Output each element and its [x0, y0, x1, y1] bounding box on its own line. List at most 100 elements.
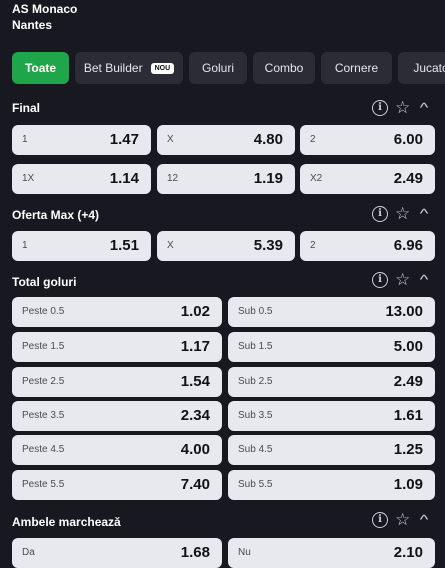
- tab-label: Toate: [24, 61, 57, 75]
- star-icon[interactable]: ☆: [395, 205, 410, 222]
- odd-value: 2.34: [180, 407, 210, 424]
- odd-label: Sub 3.5: [238, 410, 273, 421]
- odd-value: 1.61: [393, 407, 423, 424]
- odd-button[interactable]: Peste 2.5 1.54: [12, 367, 222, 397]
- odd-button[interactable]: Peste 5.5 7.40: [12, 470, 222, 500]
- odd-button[interactable]: Sub 3.5 1.61: [228, 401, 435, 431]
- odd-label: Sub 5.5: [238, 479, 273, 490]
- odd-value: 1.14: [109, 170, 139, 187]
- odd-label: Sub 4.5: [238, 444, 273, 455]
- odd-button[interactable]: Peste 0.5 1.02: [12, 297, 222, 327]
- odd-button[interactable]: X 4.80: [157, 125, 295, 155]
- odd-button[interactable]: X 5.39: [157, 231, 295, 261]
- odd-button[interactable]: Peste 4.5 4.00: [12, 435, 222, 465]
- odd-value: 6.96: [393, 237, 423, 254]
- new-badge: NOU: [150, 62, 175, 74]
- odd-button[interactable]: Sub 1.5 5.00: [228, 332, 435, 362]
- market-tabs: Toate Bet Builder NOU Goluri Combo Corne…: [12, 52, 445, 84]
- odd-value: 2.49: [393, 373, 423, 390]
- info-icon[interactable]: i: [372, 512, 388, 528]
- odd-button[interactable]: 2 6.96: [300, 231, 435, 261]
- odd-value: 1.68: [180, 544, 210, 561]
- section-title: Total goluri: [12, 275, 77, 289]
- odd-label: Da: [22, 547, 35, 558]
- odd-label: Peste 5.5: [22, 479, 65, 490]
- odd-button[interactable]: Da 1.68: [12, 538, 222, 568]
- section-actions: i ☆ ^: [372, 511, 438, 530]
- odd-label: X: [167, 134, 174, 145]
- tab-bet-builder[interactable]: Bet Builder NOU: [75, 52, 183, 84]
- chevron-up-icon[interactable]: ^: [420, 512, 429, 528]
- odd-value: 1.19: [253, 170, 283, 187]
- odd-value: 1.02: [180, 303, 210, 320]
- odd-button[interactable]: 1X 1.14: [12, 164, 151, 194]
- odd-button[interactable]: Sub 0.5 13.00: [228, 297, 435, 327]
- tab-jucatori[interactable]: Jucato: [398, 52, 445, 84]
- tab-toate[interactable]: Toate: [12, 52, 69, 84]
- section-title: Ambele marchează: [12, 515, 121, 529]
- tab-label: Jucato: [413, 61, 445, 75]
- odd-label: Peste 3.5: [22, 410, 65, 421]
- tab-label: Cornere: [334, 61, 379, 75]
- odd-value: 2.49: [393, 170, 423, 187]
- odd-value: 13.00: [385, 303, 423, 320]
- info-icon[interactable]: i: [372, 206, 388, 222]
- chevron-up-icon[interactable]: ^: [420, 100, 429, 116]
- odd-value: 5.39: [253, 237, 283, 254]
- info-icon[interactable]: i: [372, 272, 388, 288]
- odd-value: 7.40: [180, 476, 210, 493]
- odd-button[interactable]: Sub 2.5 2.49: [228, 367, 435, 397]
- odd-value: 1.51: [109, 237, 139, 254]
- odd-value: 6.00: [393, 131, 423, 148]
- match-header: AS Monaco Nantes: [12, 1, 77, 33]
- tab-label: Bet Builder: [83, 61, 143, 75]
- section-title: Final: [12, 101, 41, 115]
- odd-button[interactable]: Nu 2.10: [228, 538, 435, 568]
- chevron-up-icon[interactable]: ^: [420, 206, 429, 222]
- odd-button[interactable]: 1 1.47: [12, 125, 151, 155]
- odd-button[interactable]: 1 1.51: [12, 231, 151, 261]
- odd-button[interactable]: Peste 1.5 1.17: [12, 332, 222, 362]
- tab-combo[interactable]: Combo: [253, 52, 315, 84]
- odd-label: Peste 2.5: [22, 376, 65, 387]
- odd-label: 12: [167, 173, 179, 184]
- odd-value: 5.00: [393, 338, 423, 355]
- odd-value: 1.25: [393, 441, 423, 458]
- star-icon[interactable]: ☆: [395, 511, 410, 528]
- odd-button[interactable]: Peste 3.5 2.34: [12, 401, 222, 431]
- odd-value: 4.80: [253, 131, 283, 148]
- tab-label: Combo: [264, 61, 304, 75]
- odd-label: 2: [310, 134, 316, 145]
- odd-label: 1: [22, 240, 28, 251]
- odd-label: Sub 0.5: [238, 306, 273, 317]
- odd-value: 1.54: [180, 373, 210, 390]
- odd-button[interactable]: 2 6.00: [300, 125, 435, 155]
- section-actions: i ☆ ^: [372, 99, 438, 118]
- odd-label: Peste 1.5: [22, 341, 65, 352]
- odd-button[interactable]: X2 2.49: [300, 164, 435, 194]
- tab-goluri[interactable]: Goluri: [189, 52, 247, 84]
- section-actions: i ☆ ^: [372, 205, 438, 224]
- tab-cornere[interactable]: Cornere: [321, 52, 392, 84]
- tab-label: Goluri: [201, 61, 234, 75]
- star-icon[interactable]: ☆: [395, 99, 410, 116]
- odd-value: 4.00: [180, 441, 210, 458]
- odd-label: X: [167, 240, 174, 251]
- odd-button[interactable]: 12 1.19: [157, 164, 295, 194]
- odd-label: Sub 2.5: [238, 376, 273, 387]
- info-icon[interactable]: i: [372, 100, 388, 116]
- star-icon[interactable]: ☆: [395, 271, 410, 288]
- odd-value: 1.47: [109, 131, 139, 148]
- odd-label: Peste 4.5: [22, 444, 65, 455]
- odd-value: 2.10: [393, 544, 423, 561]
- odd-button[interactable]: Sub 4.5 1.25: [228, 435, 435, 465]
- odd-button[interactable]: Sub 5.5 1.09: [228, 470, 435, 500]
- odd-label: X2: [310, 173, 323, 184]
- odd-label: Nu: [238, 547, 251, 558]
- odd-value: 1.09: [393, 476, 423, 493]
- home-team: AS Monaco: [12, 2, 78, 16]
- odd-label: 1: [22, 134, 28, 145]
- section-title: Oferta Max (+4): [12, 208, 100, 222]
- chevron-up-icon[interactable]: ^: [420, 272, 429, 288]
- odd-label: 2: [310, 240, 316, 251]
